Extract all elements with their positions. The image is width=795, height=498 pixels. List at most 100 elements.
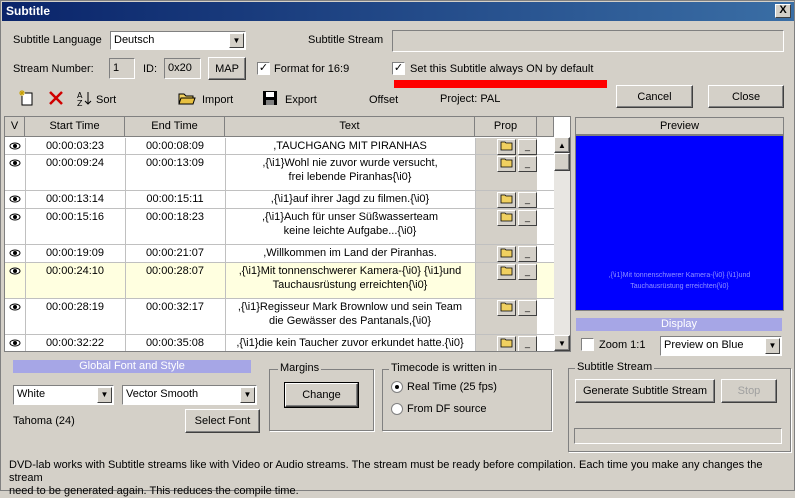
sort-label[interactable]: Sort: [96, 94, 116, 106]
start-time-cell[interactable]: 00:00:09:24: [25, 155, 125, 170]
end-time-cell[interactable]: 00:00:15:11: [125, 191, 225, 206]
always-on-checkbox[interactable]: ✓: [392, 62, 405, 75]
minus-icon[interactable]: _: [518, 210, 537, 226]
minus-icon[interactable]: _: [518, 139, 537, 155]
folder-open-icon[interactable]: [497, 300, 516, 316]
scroll-thumb[interactable]: [554, 153, 570, 171]
sort-icon[interactable]: AZ: [77, 90, 93, 108]
folder-open-icon[interactable]: [497, 264, 516, 280]
text-cell[interactable]: ,TAUCHGANG MIT PIRANHAS: [225, 138, 475, 153]
change-margins-button[interactable]: Change: [284, 382, 359, 408]
header-visible[interactable]: V: [5, 117, 25, 137]
folder-open-icon[interactable]: [497, 210, 516, 226]
eye-icon[interactable]: [5, 299, 25, 316]
minus-icon[interactable]: _: [518, 156, 537, 172]
eye-icon[interactable]: [5, 155, 25, 172]
close-button[interactable]: Close: [708, 85, 784, 108]
save-disk-icon[interactable]: [262, 90, 278, 106]
chevron-down-icon[interactable]: ▼: [765, 338, 780, 354]
start-time-cell[interactable]: 00:00:24:10: [25, 263, 125, 278]
text-cell[interactable]: ,{\i1}auf ihrer Jagd zu filmen.{\i0}: [225, 191, 475, 206]
header-text[interactable]: Text: [225, 117, 475, 137]
table-row[interactable]: 00:00:09:24 00:00:13:09 ,{\i1}Wohl nie zuv…: [5, 155, 554, 191]
text-cell[interactable]: ,{\i1}Regisseur Mark Brownlow und sein T…: [225, 299, 475, 328]
eye-icon[interactable]: [5, 263, 25, 280]
offset-label[interactable]: Offset: [369, 94, 398, 106]
eye-icon[interactable]: [5, 138, 25, 155]
generate-stream-button[interactable]: Generate Subtitle Stream: [575, 379, 715, 403]
text-cell[interactable]: ,{\i1}die kein Taucher zuvor erkundet ha…: [225, 335, 475, 350]
svg-text:Z: Z: [77, 99, 83, 106]
project-label: Project: PAL: [440, 93, 501, 105]
zoom-checkbox[interactable]: [581, 338, 594, 351]
delete-icon[interactable]: [48, 90, 64, 106]
minus-icon[interactable]: _: [518, 264, 537, 280]
table-row[interactable]: 00:00:03:23 00:00:08:09 ,TAUCHGANG MIT PIR…: [5, 138, 554, 155]
folder-open-icon[interactable]: [497, 246, 516, 262]
font-color-select[interactable]: White ▼: [13, 385, 114, 405]
end-time-cell[interactable]: 00:00:08:09: [125, 138, 225, 153]
import-label[interactable]: Import: [202, 94, 233, 106]
prop-cell: _: [475, 155, 537, 190]
scroll-up-icon[interactable]: ▲: [554, 137, 570, 153]
eye-icon[interactable]: [5, 335, 25, 351]
table-scrollbar[interactable]: ▲ ▼: [554, 137, 570, 351]
table-row[interactable]: 00:00:28:19 00:00:32:17 ,{\i1}Regisseur Ma…: [5, 299, 554, 335]
format-169-checkbox[interactable]: ✓: [257, 62, 270, 75]
chevron-down-icon[interactable]: ▼: [229, 33, 244, 48]
table-row[interactable]: 00:00:32:22 00:00:35:08 ,{\i1}die kein Tau…: [5, 335, 554, 351]
start-time-cell[interactable]: 00:00:13:14: [25, 191, 125, 206]
header-end-time[interactable]: End Time: [125, 117, 225, 137]
end-time-cell[interactable]: 00:00:35:08: [125, 335, 225, 350]
eye-icon[interactable]: [5, 191, 25, 208]
header-prop[interactable]: Prop: [475, 117, 537, 137]
folder-open-icon[interactable]: [497, 156, 516, 172]
end-time-cell[interactable]: 00:00:21:07: [125, 245, 225, 260]
start-time-cell[interactable]: 00:00:19:09: [25, 245, 125, 260]
table-row[interactable]: 00:00:13:14 00:00:15:11 ,{\i1}auf ihrer Ja…: [5, 191, 554, 209]
folder-open-icon[interactable]: [497, 336, 516, 351]
header-start-time[interactable]: Start Time: [25, 117, 125, 137]
minus-icon[interactable]: _: [518, 246, 537, 262]
chevron-down-icon[interactable]: ▼: [97, 387, 112, 403]
font-style-select[interactable]: Vector Smooth ▼: [122, 385, 257, 405]
folder-open-icon[interactable]: [497, 139, 516, 155]
realtime-radio[interactable]: [391, 381, 403, 393]
folder-open-icon[interactable]: [497, 192, 516, 208]
table-row[interactable]: 00:00:15:16 00:00:18:23 ,{\i1}Auch für uns…: [5, 209, 554, 245]
start-time-cell[interactable]: 00:00:32:22: [25, 335, 125, 350]
folder-open-icon[interactable]: [178, 90, 196, 106]
preview-mode-select[interactable]: Preview on Blue ▼: [660, 336, 782, 356]
map-button[interactable]: MAP: [208, 57, 246, 80]
id-label: ID:: [143, 63, 158, 75]
text-cell[interactable]: ,{\i1}Wohl nie zuvor wurde versucht, frei…: [225, 155, 475, 184]
zoom-label: Zoom 1:1: [599, 339, 646, 351]
minus-icon[interactable]: _: [518, 336, 537, 351]
text-cell[interactable]: ,{\i1}Auch für unser Süßwasserteam keine …: [225, 209, 475, 238]
text-cell[interactable]: ,Willkommen im Land der Piranhas.: [225, 245, 475, 260]
scroll-down-icon[interactable]: ▼: [554, 335, 570, 351]
eye-icon[interactable]: [5, 245, 25, 262]
eye-icon[interactable]: [5, 209, 25, 226]
end-time-cell[interactable]: 00:00:18:23: [125, 209, 225, 224]
minus-icon[interactable]: _: [518, 300, 537, 316]
table-row[interactable]: 00:00:24:10 00:00:28:07 ,{\i1}Mit tonnensc…: [5, 263, 554, 299]
df-source-radio[interactable]: [391, 403, 403, 415]
start-time-cell[interactable]: 00:00:03:23: [25, 138, 125, 153]
start-time-cell[interactable]: 00:00:28:19: [25, 299, 125, 314]
export-label[interactable]: Export: [285, 94, 317, 106]
cancel-button[interactable]: Cancel: [616, 85, 693, 108]
end-time-cell[interactable]: 00:00:28:07: [125, 263, 225, 278]
end-time-cell[interactable]: 00:00:13:09: [125, 155, 225, 170]
chevron-down-icon[interactable]: ▼: [240, 387, 255, 403]
start-time-cell[interactable]: 00:00:15:16: [25, 209, 125, 224]
end-time-cell[interactable]: 00:00:32:17: [125, 299, 225, 314]
minus-icon[interactable]: _: [518, 192, 537, 208]
subtitle-language-select[interactable]: Deutsch ▼: [110, 31, 246, 50]
select-font-button[interactable]: Select Font: [185, 409, 260, 433]
text-cell[interactable]: ,{\i1}Mit tonnenschwerer Kamera-{\i0} {\…: [225, 263, 475, 292]
stop-button[interactable]: Stop: [721, 379, 777, 403]
new-subtitle-icon[interactable]: [19, 90, 35, 106]
close-window-button[interactable]: X: [775, 4, 791, 18]
table-row[interactable]: 00:00:19:09 00:00:21:07 ,Willkommen im Lan…: [5, 245, 554, 263]
